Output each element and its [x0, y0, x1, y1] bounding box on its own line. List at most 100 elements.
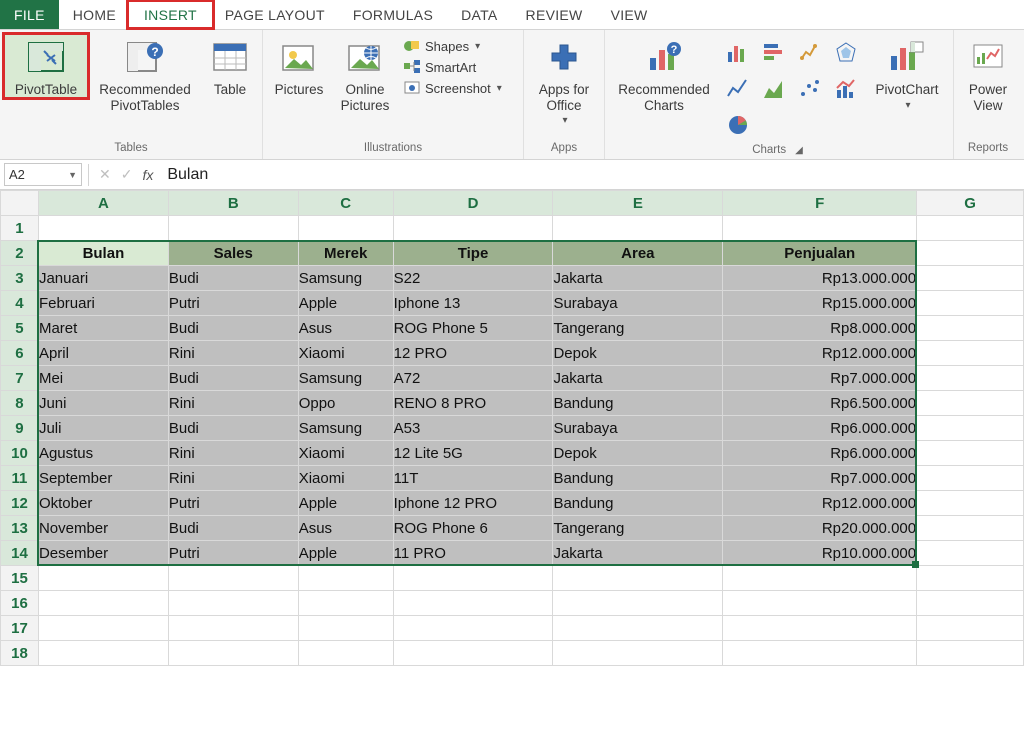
cell-G6[interactable]	[917, 341, 1024, 366]
cell-B16[interactable]	[168, 591, 298, 616]
fx-icon[interactable]: fx	[142, 167, 153, 183]
row-header-12[interactable]: 12	[1, 491, 39, 516]
cell-C8[interactable]: Oppo	[298, 391, 393, 416]
cell-C10[interactable]: Xiaomi	[298, 441, 393, 466]
cell-E3[interactable]: Jakarta	[553, 266, 723, 291]
chart-area-button[interactable]	[757, 72, 791, 106]
cell-G12[interactable]	[917, 491, 1024, 516]
cell-C12[interactable]: Apple	[298, 491, 393, 516]
cell-B6[interactable]: Rini	[168, 341, 298, 366]
cell-G4[interactable]	[917, 291, 1024, 316]
cell-G18[interactable]	[917, 641, 1024, 666]
cell-F4[interactable]: Rp15.000.000	[723, 291, 917, 316]
row-header-11[interactable]: 11	[1, 466, 39, 491]
cell-B14[interactable]: Putri	[168, 541, 298, 566]
cell-D1[interactable]	[393, 216, 553, 241]
cell-A3[interactable]: Januari	[38, 266, 168, 291]
apps-for-office-button[interactable]: Apps for Office▾	[528, 34, 600, 127]
recommended-charts-button[interactable]: ? Recommended Charts	[609, 34, 719, 113]
cell-A2[interactable]: Bulan	[38, 241, 168, 266]
enter-icon[interactable]: ✓	[121, 166, 133, 183]
pivotchart-button[interactable]: PivotChart▾	[865, 34, 949, 111]
cell-D2[interactable]: Tipe	[393, 241, 553, 266]
tab-file[interactable]: FILE	[0, 0, 59, 29]
cell-F8[interactable]: Rp6.500.000	[723, 391, 917, 416]
cell-E1[interactable]	[553, 216, 723, 241]
cell-D6[interactable]: 12 PRO	[393, 341, 553, 366]
tab-page-layout[interactable]: PAGE LAYOUT	[211, 0, 339, 29]
cell-F2[interactable]: Penjualan	[723, 241, 917, 266]
cell-E14[interactable]: Jakarta	[553, 541, 723, 566]
online-pictures-button[interactable]: Online Pictures	[333, 34, 397, 113]
cell-A12[interactable]: Oktober	[38, 491, 168, 516]
cell-A4[interactable]: Februari	[38, 291, 168, 316]
cell-B9[interactable]: Budi	[168, 416, 298, 441]
tab-formulas[interactable]: FORMULAS	[339, 0, 447, 29]
cell-C3[interactable]: Samsung	[298, 266, 393, 291]
row-header-14[interactable]: 14	[1, 541, 39, 566]
row-header-15[interactable]: 15	[1, 566, 39, 591]
cell-G2[interactable]	[917, 241, 1024, 266]
cell-A14[interactable]: Desember	[38, 541, 168, 566]
cell-F17[interactable]	[723, 616, 917, 641]
cell-C4[interactable]: Apple	[298, 291, 393, 316]
cell-G1[interactable]	[917, 216, 1024, 241]
cell-D10[interactable]: 12 Lite 5G	[393, 441, 553, 466]
cell-D15[interactable]	[393, 566, 553, 591]
cell-A10[interactable]: Agustus	[38, 441, 168, 466]
tab-data[interactable]: DATA	[447, 0, 511, 29]
smartart-button[interactable]: SmartArt	[399, 57, 519, 77]
tab-view[interactable]: VIEW	[597, 0, 662, 29]
cell-E4[interactable]: Surabaya	[553, 291, 723, 316]
pictures-button[interactable]: Pictures	[267, 34, 331, 98]
cell-A15[interactable]	[38, 566, 168, 591]
cell-C17[interactable]	[298, 616, 393, 641]
tab-insert[interactable]: INSERT	[130, 0, 211, 29]
row-header-4[interactable]: 4	[1, 291, 39, 316]
cell-E12[interactable]: Bandung	[553, 491, 723, 516]
cell-D14[interactable]: 11 PRO	[393, 541, 553, 566]
cell-B11[interactable]: Rini	[168, 466, 298, 491]
cell-D8[interactable]: RENO 8 PRO	[393, 391, 553, 416]
cell-F16[interactable]	[723, 591, 917, 616]
col-header-C[interactable]: C	[298, 191, 393, 216]
col-header-F[interactable]: F	[723, 191, 917, 216]
col-header-E[interactable]: E	[553, 191, 723, 216]
cell-D16[interactable]	[393, 591, 553, 616]
cell-F18[interactable]	[723, 641, 917, 666]
cell-C7[interactable]: Samsung	[298, 366, 393, 391]
cell-E8[interactable]: Bandung	[553, 391, 723, 416]
cell-B13[interactable]: Budi	[168, 516, 298, 541]
cell-E5[interactable]: Tangerang	[553, 316, 723, 341]
chart-radar-button[interactable]	[829, 36, 863, 70]
row-header-10[interactable]: 10	[1, 441, 39, 466]
cell-C9[interactable]: Samsung	[298, 416, 393, 441]
chart-combo-button[interactable]	[829, 72, 863, 106]
cell-A13[interactable]: November	[38, 516, 168, 541]
cell-D17[interactable]	[393, 616, 553, 641]
cell-B18[interactable]	[168, 641, 298, 666]
row-header-2[interactable]: 2	[1, 241, 39, 266]
select-all-corner[interactable]	[1, 191, 39, 216]
cell-F7[interactable]: Rp7.000.000	[723, 366, 917, 391]
cell-E11[interactable]: Bandung	[553, 466, 723, 491]
tab-review[interactable]: REVIEW	[512, 0, 597, 29]
cell-D12[interactable]: Iphone 12 PRO	[393, 491, 553, 516]
cell-A9[interactable]: Juli	[38, 416, 168, 441]
cell-A16[interactable]	[38, 591, 168, 616]
tab-home[interactable]: HOME	[59, 0, 130, 29]
cell-F15[interactable]	[723, 566, 917, 591]
row-header-18[interactable]: 18	[1, 641, 39, 666]
formula-input[interactable]: Bulan	[163, 166, 208, 184]
cell-D4[interactable]: Iphone 13	[393, 291, 553, 316]
cell-E10[interactable]: Depok	[553, 441, 723, 466]
shapes-button[interactable]: Shapes▾	[399, 36, 519, 56]
cell-D11[interactable]: 11T	[393, 466, 553, 491]
chevron-down-icon[interactable]: ▼	[68, 170, 77, 180]
cell-F6[interactable]: Rp12.000.000	[723, 341, 917, 366]
cell-E15[interactable]	[553, 566, 723, 591]
row-header-9[interactable]: 9	[1, 416, 39, 441]
chart-scatter-button[interactable]	[793, 72, 827, 106]
cell-F1[interactable]	[723, 216, 917, 241]
row-header-16[interactable]: 16	[1, 591, 39, 616]
